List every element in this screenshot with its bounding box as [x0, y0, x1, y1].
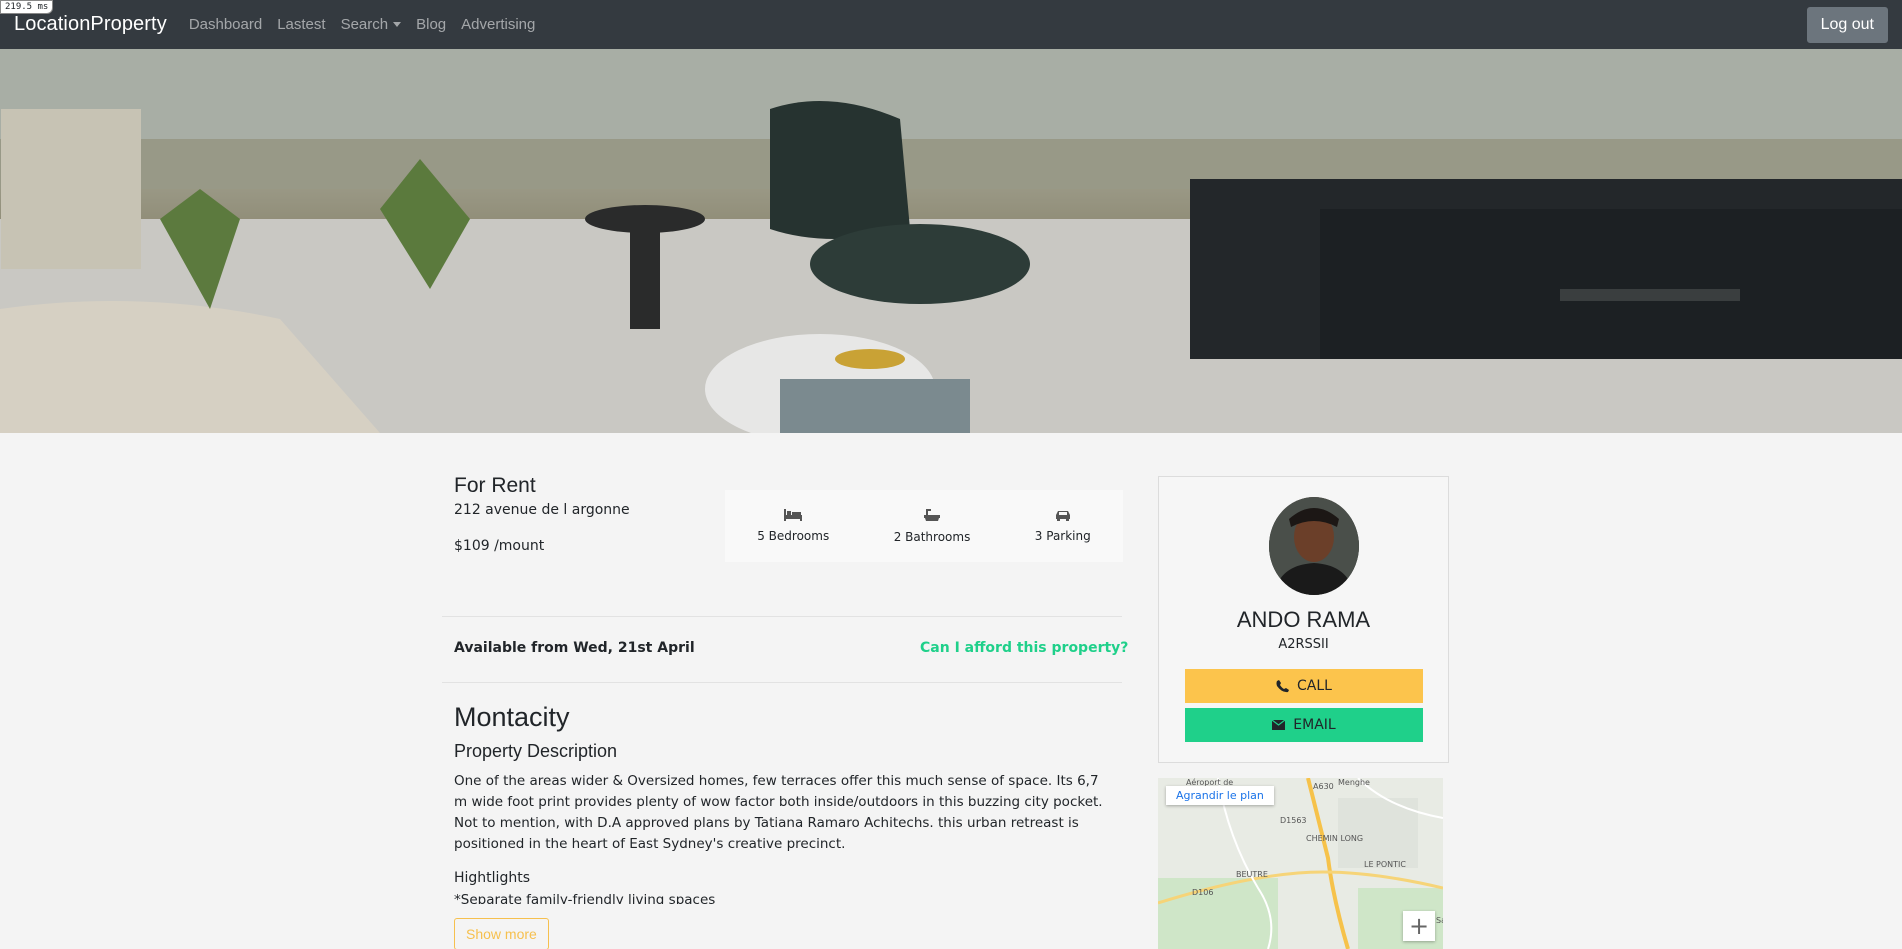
map-label: Menghe — [1338, 778, 1370, 787]
perf-timer: 219.5 ms — [0, 0, 54, 14]
availability: Available from Wed, 21st April — [454, 640, 695, 656]
hero-illustration — [0, 49, 1902, 433]
show-more-button[interactable]: Show more — [454, 918, 549, 949]
listing-price: $109 /mount — [454, 538, 545, 554]
parking-label: 3 Parking — [1034, 529, 1091, 543]
map-label: CHEMIN LONG — [1306, 834, 1364, 843]
avatar — [1269, 497, 1359, 595]
nav-lastest[interactable]: Lastest — [277, 16, 325, 33]
brand-logo[interactable]: LocationProperty — [14, 13, 167, 36]
highlights-title: Hightlights — [454, 870, 530, 886]
map-zoom-in-button[interactable]: + — [1403, 911, 1435, 941]
map-label: LE PONTIC — [1364, 860, 1406, 869]
divider — [442, 682, 1122, 683]
agent-photo — [1269, 497, 1359, 595]
property-description: One of the areas wider & Oversized homes… — [454, 773, 1103, 852]
car-icon — [1055, 511, 1070, 521]
bath-icon — [924, 508, 940, 521]
nav-search-label: Search — [340, 16, 389, 33]
map-label: D106 — [1192, 888, 1214, 897]
call-label: CALL — [1297, 678, 1332, 694]
nav-search-dropdown[interactable]: Search — [341, 16, 402, 33]
listing-kind: For Rent — [454, 474, 536, 497]
chevron-down-icon — [393, 22, 402, 27]
map-label: Sa — [1436, 916, 1443, 925]
logout-button[interactable]: Log out — [1806, 6, 1888, 43]
agent-name: ANDO RAMA — [1236, 607, 1371, 632]
email-button[interactable]: EMAIL — [1185, 708, 1423, 742]
features-panel: 5 Bedrooms 2 Bathrooms 3 Parking — [725, 490, 1123, 562]
bed-icon — [784, 509, 803, 521]
afford-link[interactable]: Can I afford this property? — [920, 640, 1128, 656]
map-label: A630 — [1313, 782, 1334, 791]
bedrooms-label: 5 Bedrooms — [757, 529, 830, 543]
nav-dashboard[interactable]: Dashboard — [189, 16, 262, 33]
feature-bedrooms: 5 Bedrooms — [757, 509, 829, 543]
hero-image — [0, 49, 1902, 433]
map[interactable]: Aéroport de Menghe A630 D1563 CHEMIN LON… — [1158, 778, 1443, 949]
listing-address: 212 avenue de l argonne — [454, 502, 630, 518]
email-label: EMAIL — [1293, 717, 1336, 733]
section-title: Property Description — [454, 741, 618, 761]
map-label: D1563 — [1280, 816, 1307, 825]
agent-card: ANDO RAMA A2RSSII CALL EMAIL — [1158, 476, 1449, 763]
bathrooms-label: 2 Bathrooms — [893, 529, 971, 544]
highlight-item: *Separate family-friendly living spaces — [454, 892, 716, 904]
envelope-icon — [1272, 720, 1286, 730]
map-enlarge-link[interactable]: Agrandir le plan — [1166, 786, 1274, 805]
divider — [442, 616, 1122, 617]
phone-icon — [1276, 679, 1290, 692]
nav-advertising[interactable]: Advertising — [461, 16, 535, 33]
feature-bathrooms: 2 Bathrooms — [893, 508, 971, 544]
navbar: LocationProperty Dashboard Lastest Searc… — [0, 0, 1902, 49]
feature-parking: 3 Parking — [1035, 509, 1091, 543]
agent-code: A2RSSII — [1278, 637, 1329, 652]
property-name: Montacity — [454, 702, 570, 732]
nav-blog[interactable]: Blog — [416, 16, 446, 33]
map-label: BEUTRE — [1236, 870, 1268, 879]
call-button[interactable]: CALL — [1185, 669, 1423, 703]
